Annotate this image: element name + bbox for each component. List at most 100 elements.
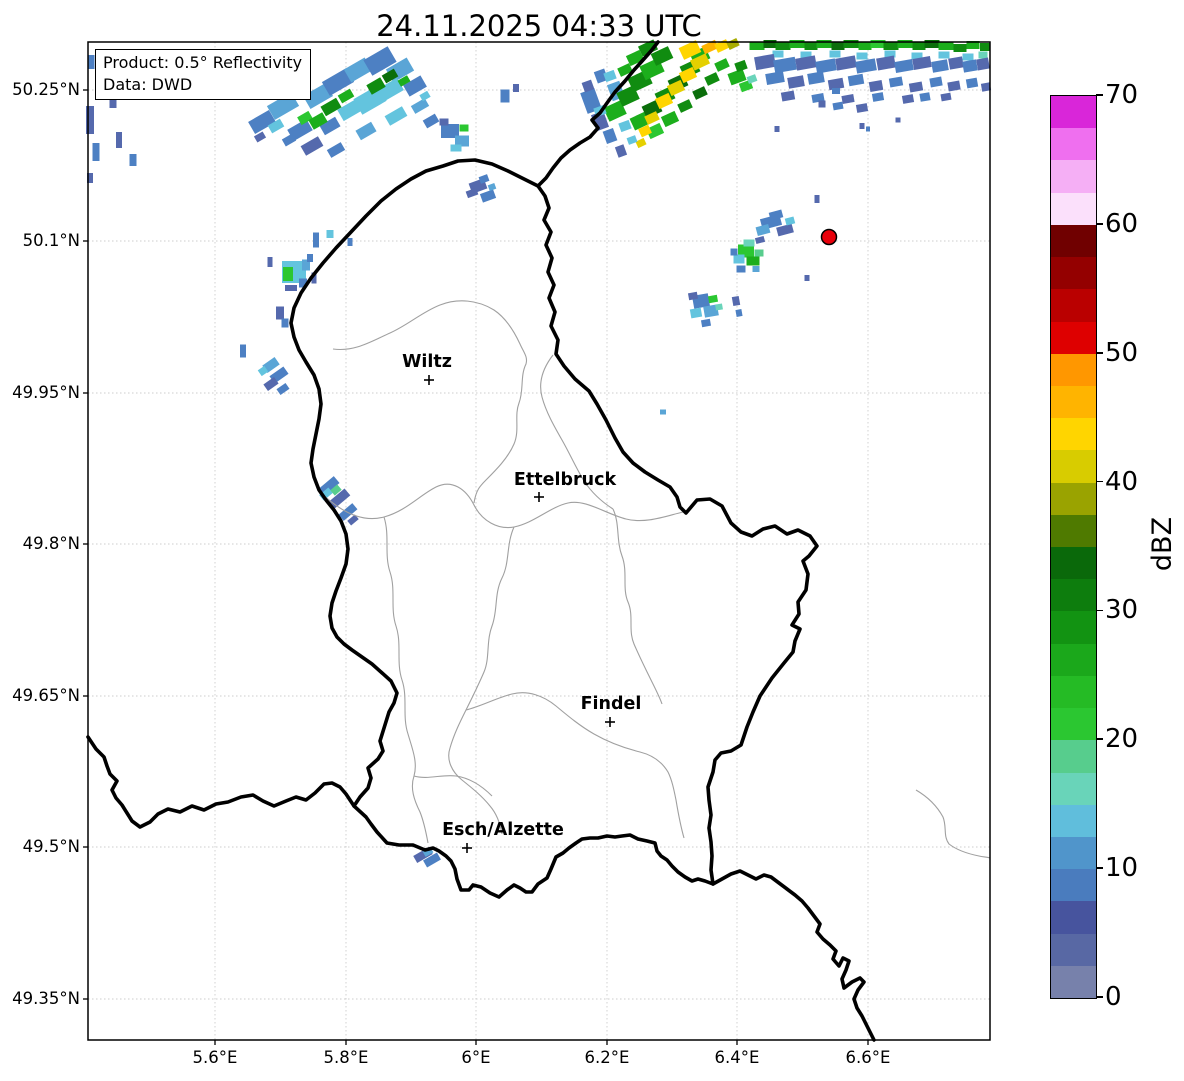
radar-echo-cell: [327, 142, 345, 158]
radar-echo-cell: [976, 58, 990, 71]
city-label: Wiltz: [402, 352, 452, 372]
radar-echo-cell: [451, 145, 462, 152]
y-axis-tick-label: 49.95°N: [0, 382, 80, 404]
radar-echo-cell: [844, 40, 859, 48]
radar-echo-cell: [753, 266, 760, 272]
district-line: [449, 527, 514, 834]
colorbar-segment: [1051, 96, 1096, 129]
radar-echo-cell: [979, 52, 988, 59]
radar-echo-cell: [819, 101, 826, 108]
colorbar-segment: [1051, 869, 1096, 902]
colorbar: [1050, 95, 1097, 999]
radar-echo-cell: [775, 126, 780, 132]
colorbar-segment: [1051, 933, 1096, 966]
radar-echo-cell: [618, 120, 631, 132]
colorbar-segment: [1051, 643, 1096, 676]
radar-echo-cell: [939, 42, 954, 50]
radar-echo-cell: [871, 40, 886, 48]
colorbar-tick-mark: [1096, 738, 1103, 740]
colorbar-segment: [1051, 708, 1096, 741]
radar-echo-cell: [419, 91, 430, 102]
x-axis-tick-label: 6°E: [431, 1047, 521, 1069]
radar-echo-cell: [776, 42, 791, 50]
radar-echo-cell: [790, 40, 805, 48]
radar-echo-cell: [501, 90, 510, 103]
colorbar-segment: [1051, 128, 1096, 161]
colorbar-segment: [1051, 772, 1096, 805]
radar-echo-cell: [480, 189, 496, 202]
colorbar-tick-label: 70: [1105, 79, 1138, 111]
radar-echo-cell: [282, 319, 289, 328]
colorbar-segment: [1051, 547, 1096, 580]
radar-echo-cell: [876, 56, 896, 71]
radar-echo-cell: [781, 90, 795, 101]
radar-echo-cell: [939, 52, 950, 59]
y-axis-tick-label: 50.1°N: [0, 230, 80, 252]
colorbar-segment: [1051, 289, 1096, 322]
radar-echo-cell: [423, 114, 440, 129]
radar-echo-cell: [488, 183, 497, 191]
radar-echo-cell: [815, 195, 820, 203]
radar-echo-cell: [714, 39, 730, 53]
colorbar-segment: [1051, 901, 1096, 934]
radar-echo-cell: [902, 94, 914, 104]
colorbar-segment: [1051, 675, 1096, 708]
colorbar-tick-label: 20: [1105, 723, 1138, 755]
colorbar-segment: [1051, 579, 1096, 612]
radar-echo-cell: [276, 307, 284, 320]
colorbar-tick-label: 10: [1105, 852, 1138, 884]
x-axis-tick-label: 6.2°E: [562, 1047, 652, 1069]
radar-echo-cell: [966, 78, 978, 89]
radar-echo-cell: [919, 92, 930, 102]
radar-echo-cell: [734, 255, 745, 264]
radar-echo-cell: [889, 76, 903, 87]
radar-echo-cell: [962, 59, 978, 72]
radar-echo-cell: [513, 84, 519, 92]
radar-echo-cell: [815, 58, 837, 73]
radar-echo-cell: [756, 224, 771, 236]
radar-echo-cell: [832, 102, 843, 111]
x-axis-tick-label: 6.4°E: [692, 1047, 782, 1069]
product-label: Product: 0.5° Reflectivity: [103, 52, 302, 74]
radar-echo-cell: [355, 122, 376, 141]
radar-echo-cell: [754, 54, 776, 70]
radar-echo-cell: [285, 285, 297, 291]
radar-echo-cell: [701, 319, 711, 327]
radar-echo-cell: [795, 55, 817, 70]
radar-echo-cell: [327, 230, 334, 238]
radar-echo-cell: [872, 92, 884, 102]
colorbar-segment: [1051, 482, 1096, 515]
colorbar-segment: [1051, 321, 1096, 354]
district-line: [613, 509, 662, 704]
radar-echo-cell: [787, 75, 805, 89]
x-axis-tick-label: 5.6°E: [170, 1047, 260, 1069]
product-info-box: Product: 0.5° Reflectivity Data: DWD: [95, 49, 311, 100]
radar-echo-cell: [690, 308, 702, 319]
colorbar-tick-mark: [1096, 352, 1103, 354]
radar-echo-cell: [929, 77, 942, 88]
map-markers: [424, 230, 837, 854]
radar-echo-cell: [732, 296, 740, 306]
radar-echo-cell: [857, 53, 868, 60]
radar-echo-cell: [954, 44, 967, 52]
station-dot: [822, 230, 837, 245]
colorbar-tick-label: 50: [1105, 337, 1138, 369]
colorbar-segment: [1051, 804, 1096, 837]
radar-echo-cell: [855, 58, 877, 73]
colorbar-tick-label: 40: [1105, 466, 1138, 498]
radar-echo-cell: [909, 81, 923, 92]
city-label: Ettelbruck: [514, 470, 616, 490]
radar-echo-cell: [896, 118, 901, 123]
radar-echo-cell: [947, 81, 960, 92]
colorbar-segment: [1051, 740, 1096, 773]
radar-echo-cell: [750, 42, 765, 50]
colorbar-segment: [1051, 353, 1096, 386]
radar-echo-cell: [747, 257, 760, 266]
colorbar-tick-label: 0: [1105, 981, 1122, 1013]
radar-echo-cell: [440, 119, 449, 126]
district-line: [466, 693, 684, 838]
colorbar-tick-label: 30: [1105, 594, 1138, 626]
radar-echo-cell: [116, 132, 122, 148]
radar-echo-cell: [894, 59, 914, 73]
y-axis-tick-label: 50.25°N: [0, 79, 80, 101]
